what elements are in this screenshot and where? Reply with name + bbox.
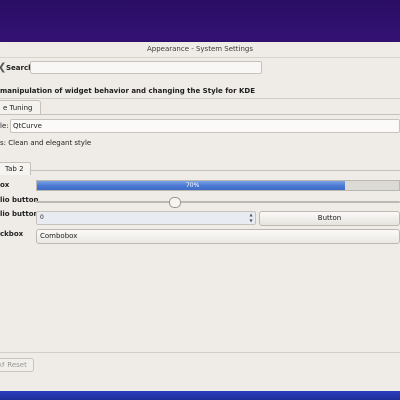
spinbox[interactable]: 0 ▲ ▼ <box>36 211 256 225</box>
system-settings-window: Appearance - System Settings ❮ Search: m… <box>0 42 400 391</box>
spin-arrows-icon[interactable]: ▲ ▼ <box>248 212 254 224</box>
footer-divider <box>0 352 400 353</box>
radio-button-label[interactable]: lio button <box>0 196 39 204</box>
slider-handle[interactable] <box>169 197 182 208</box>
window-title: Appearance - System Settings <box>0 42 400 58</box>
toolbar: ❮ Search: <box>0 58 400 80</box>
progress-text: 70% <box>185 182 200 189</box>
search-input[interactable] <box>30 61 262 74</box>
divider <box>0 98 400 99</box>
tab-fine-tuning[interactable]: e Tuning <box>0 100 42 115</box>
style-select[interactable]: QtCurve <box>10 119 400 133</box>
radio-button-label-2[interactable]: lio button <box>0 210 39 218</box>
style-label: le: <box>0 122 9 130</box>
spinbox-value: 0 <box>40 214 44 221</box>
slider-track[interactable] <box>36 201 400 203</box>
progress-bar: 70% <box>36 180 400 191</box>
preview-button[interactable]: Button <box>259 211 400 226</box>
checkbox-label[interactable]: ox <box>0 181 9 189</box>
combobox[interactable]: Combobox <box>36 229 400 244</box>
checkbox-label-2[interactable]: ckbox <box>0 230 23 238</box>
style-description: s: Clean and elegant style <box>0 139 92 147</box>
reset-label: Reset <box>7 361 27 369</box>
tab-2[interactable]: Tab 2 <box>0 162 31 175</box>
module-description: manipulation of widget behavior and chan… <box>0 87 255 95</box>
reset-button[interactable]: ↺ Reset <box>0 358 34 372</box>
